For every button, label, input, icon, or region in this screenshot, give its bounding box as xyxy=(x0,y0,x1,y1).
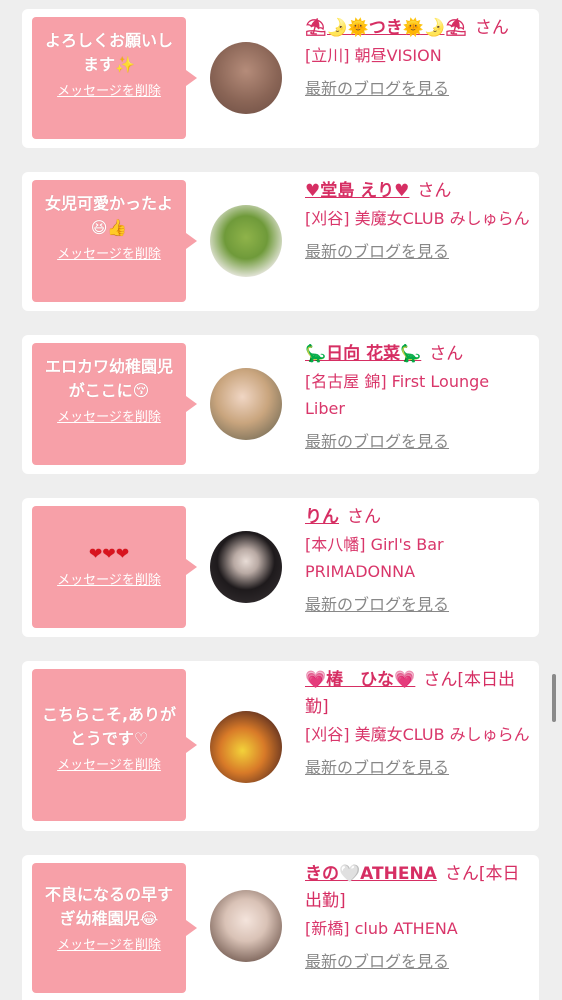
delete-message-link[interactable]: メッセージを削除 xyxy=(40,937,178,955)
message-card: 不良になるの早す ぎ幼稚園児😂 メッセージを削除 きの🤍ATHENA さん[本日出… xyxy=(22,855,539,1000)
message-bubble: エロカワ幼稚園児 がここに😚 メッセージを削除 xyxy=(32,343,197,465)
message-bubble: こちらこそ,ありが とうです♡ メッセージを削除 xyxy=(32,669,197,821)
avatar[interactable] xyxy=(210,368,282,440)
delete-message-link[interactable]: メッセージを削除 xyxy=(40,757,178,775)
message-text-line: 女児可愛かったよ xyxy=(44,194,173,213)
delete-message-link[interactable]: メッセージを削除 xyxy=(40,246,178,264)
message-bubble: ❤❤❤ メッセージを削除 xyxy=(32,506,197,628)
girl-name-link[interactable]: ♥堂島 えり♥ xyxy=(305,181,409,201)
message-text-line: ぎ幼稚園児😂 xyxy=(59,909,159,928)
shop-info: [本八幡] Girl's Bar PRIMADONNA xyxy=(305,535,444,581)
message-card: よろしくお願いし ます✨ メッセージを削除 ⛱🌛🌞つき🌞🌛⛱ さん [立川] 朝昼… xyxy=(22,9,539,148)
scrollbar[interactable] xyxy=(552,674,556,722)
avatar[interactable] xyxy=(210,42,282,114)
girl-info: 🦕日向 花菜🦕 さん [名古屋 錦] First Lounge Liber 最新の… xyxy=(305,341,531,452)
shop-info: [新橋] club ATHENA xyxy=(305,919,458,938)
message-text-line: 😆👍 xyxy=(90,218,128,237)
latest-blog-link[interactable]: 最新のブログを見る xyxy=(305,948,449,972)
latest-blog-link[interactable]: 最新のブログを見る xyxy=(305,238,449,262)
message-bubble: よろしくお願いし ます✨ メッセージを削除 xyxy=(32,17,197,139)
shop-info: [名古屋 錦] First Lounge Liber xyxy=(305,372,490,418)
girl-info: ⛱🌛🌞つき🌞🌛⛱ さん [立川] 朝昼VISION 最新のブログを見る xyxy=(305,15,531,99)
message-text-line: よろしくお願いし xyxy=(44,31,173,50)
honorific-text: さん xyxy=(417,181,452,201)
girl-name-link[interactable]: 🦕日向 花菜🦕 xyxy=(305,344,421,364)
message-card: エロカワ幼稚園児 がここに😚 メッセージを削除 🦕日向 花菜🦕 さん [名古屋 錦… xyxy=(22,335,539,474)
name-line: 💗椿 ひな💗 さん[本日出勤] xyxy=(305,667,531,721)
name-line: きの🤍ATHENA さん[本日出勤] xyxy=(305,861,531,915)
message-text-line: がここに😚 xyxy=(68,381,150,400)
message-text-line: こちらこそ,ありが xyxy=(41,705,177,724)
girl-name-link[interactable]: ⛱🌛🌞つき🌞🌛⛱ xyxy=(305,18,467,38)
message-card: こちらこそ,ありが とうです♡ メッセージを削除 💗椿 ひな💗 さん[本日出勤] … xyxy=(22,661,539,831)
delete-message-link[interactable]: メッセージを削除 xyxy=(40,83,178,101)
latest-blog-link[interactable]: 最新のブログを見る xyxy=(305,428,449,452)
avatar[interactable] xyxy=(210,531,282,603)
girl-info: りん さん [本八幡] Girl's Bar PRIMADONNA 最新のブログを… xyxy=(305,504,531,615)
girl-info: きの🤍ATHENA さん[本日出勤] [新橋] club ATHENA 最新のブロ… xyxy=(305,861,531,972)
girl-info: ♥堂島 えり♥ さん [刈谷] 美魔女CLUB みしゅらん 最新のブログを見る xyxy=(305,178,531,262)
message-card: 女児可愛かったよ 😆👍 メッセージを削除 ♥堂島 えり♥ さん [刈谷] 美魔女C… xyxy=(22,172,539,311)
latest-blog-link[interactable]: 最新のブログを見る xyxy=(305,75,449,99)
avatar[interactable] xyxy=(210,711,282,783)
message-bubble: 女児可愛かったよ 😆👍 メッセージを削除 xyxy=(32,180,197,302)
girl-info: 💗椿 ひな💗 さん[本日出勤] [刈谷] 美魔女CLUB みしゅらん 最新のブログ… xyxy=(305,667,531,778)
message-text-line: エロカワ幼稚園児 xyxy=(44,357,173,376)
message-text-line: とうです♡ xyxy=(69,729,149,748)
girl-name-link[interactable]: りん xyxy=(305,507,339,527)
message-text-line: ❤❤❤ xyxy=(88,544,130,563)
name-line: ♥堂島 えり♥ さん xyxy=(305,178,531,205)
message-card: ❤❤❤ メッセージを削除 りん さん [本八幡] Girl's Bar PRIMA… xyxy=(22,498,539,637)
name-line: ⛱🌛🌞つき🌞🌛⛱ さん xyxy=(305,15,531,42)
honorific-text: さん xyxy=(429,344,464,364)
avatar[interactable] xyxy=(210,890,282,962)
message-bubble: 不良になるの早す ぎ幼稚園児😂 メッセージを削除 xyxy=(32,863,197,993)
latest-blog-link[interactable]: 最新のブログを見る xyxy=(305,754,449,778)
delete-message-link[interactable]: メッセージを削除 xyxy=(40,409,178,427)
honorific-text: さん xyxy=(347,507,381,527)
girl-name-link[interactable]: 💗椿 ひな💗 xyxy=(305,670,415,690)
name-line: 🦕日向 花菜🦕 さん xyxy=(305,341,531,368)
shop-info: [刈谷] 美魔女CLUB みしゅらん xyxy=(305,209,530,228)
delete-message-link[interactable]: メッセージを削除 xyxy=(40,572,178,590)
shop-info: [刈谷] 美魔女CLUB みしゅらん xyxy=(305,725,530,744)
girl-name-link[interactable]: きの🤍ATHENA xyxy=(305,864,437,884)
avatar[interactable] xyxy=(210,205,282,277)
message-text-line: ます✨ xyxy=(83,55,135,74)
latest-blog-link[interactable]: 最新のブログを見る xyxy=(305,591,449,615)
shop-info: [立川] 朝昼VISION xyxy=(305,46,442,65)
message-text-line: 不良になるの早す xyxy=(44,885,173,904)
honorific-text: さん xyxy=(474,18,509,38)
name-line: りん さん xyxy=(305,504,531,531)
